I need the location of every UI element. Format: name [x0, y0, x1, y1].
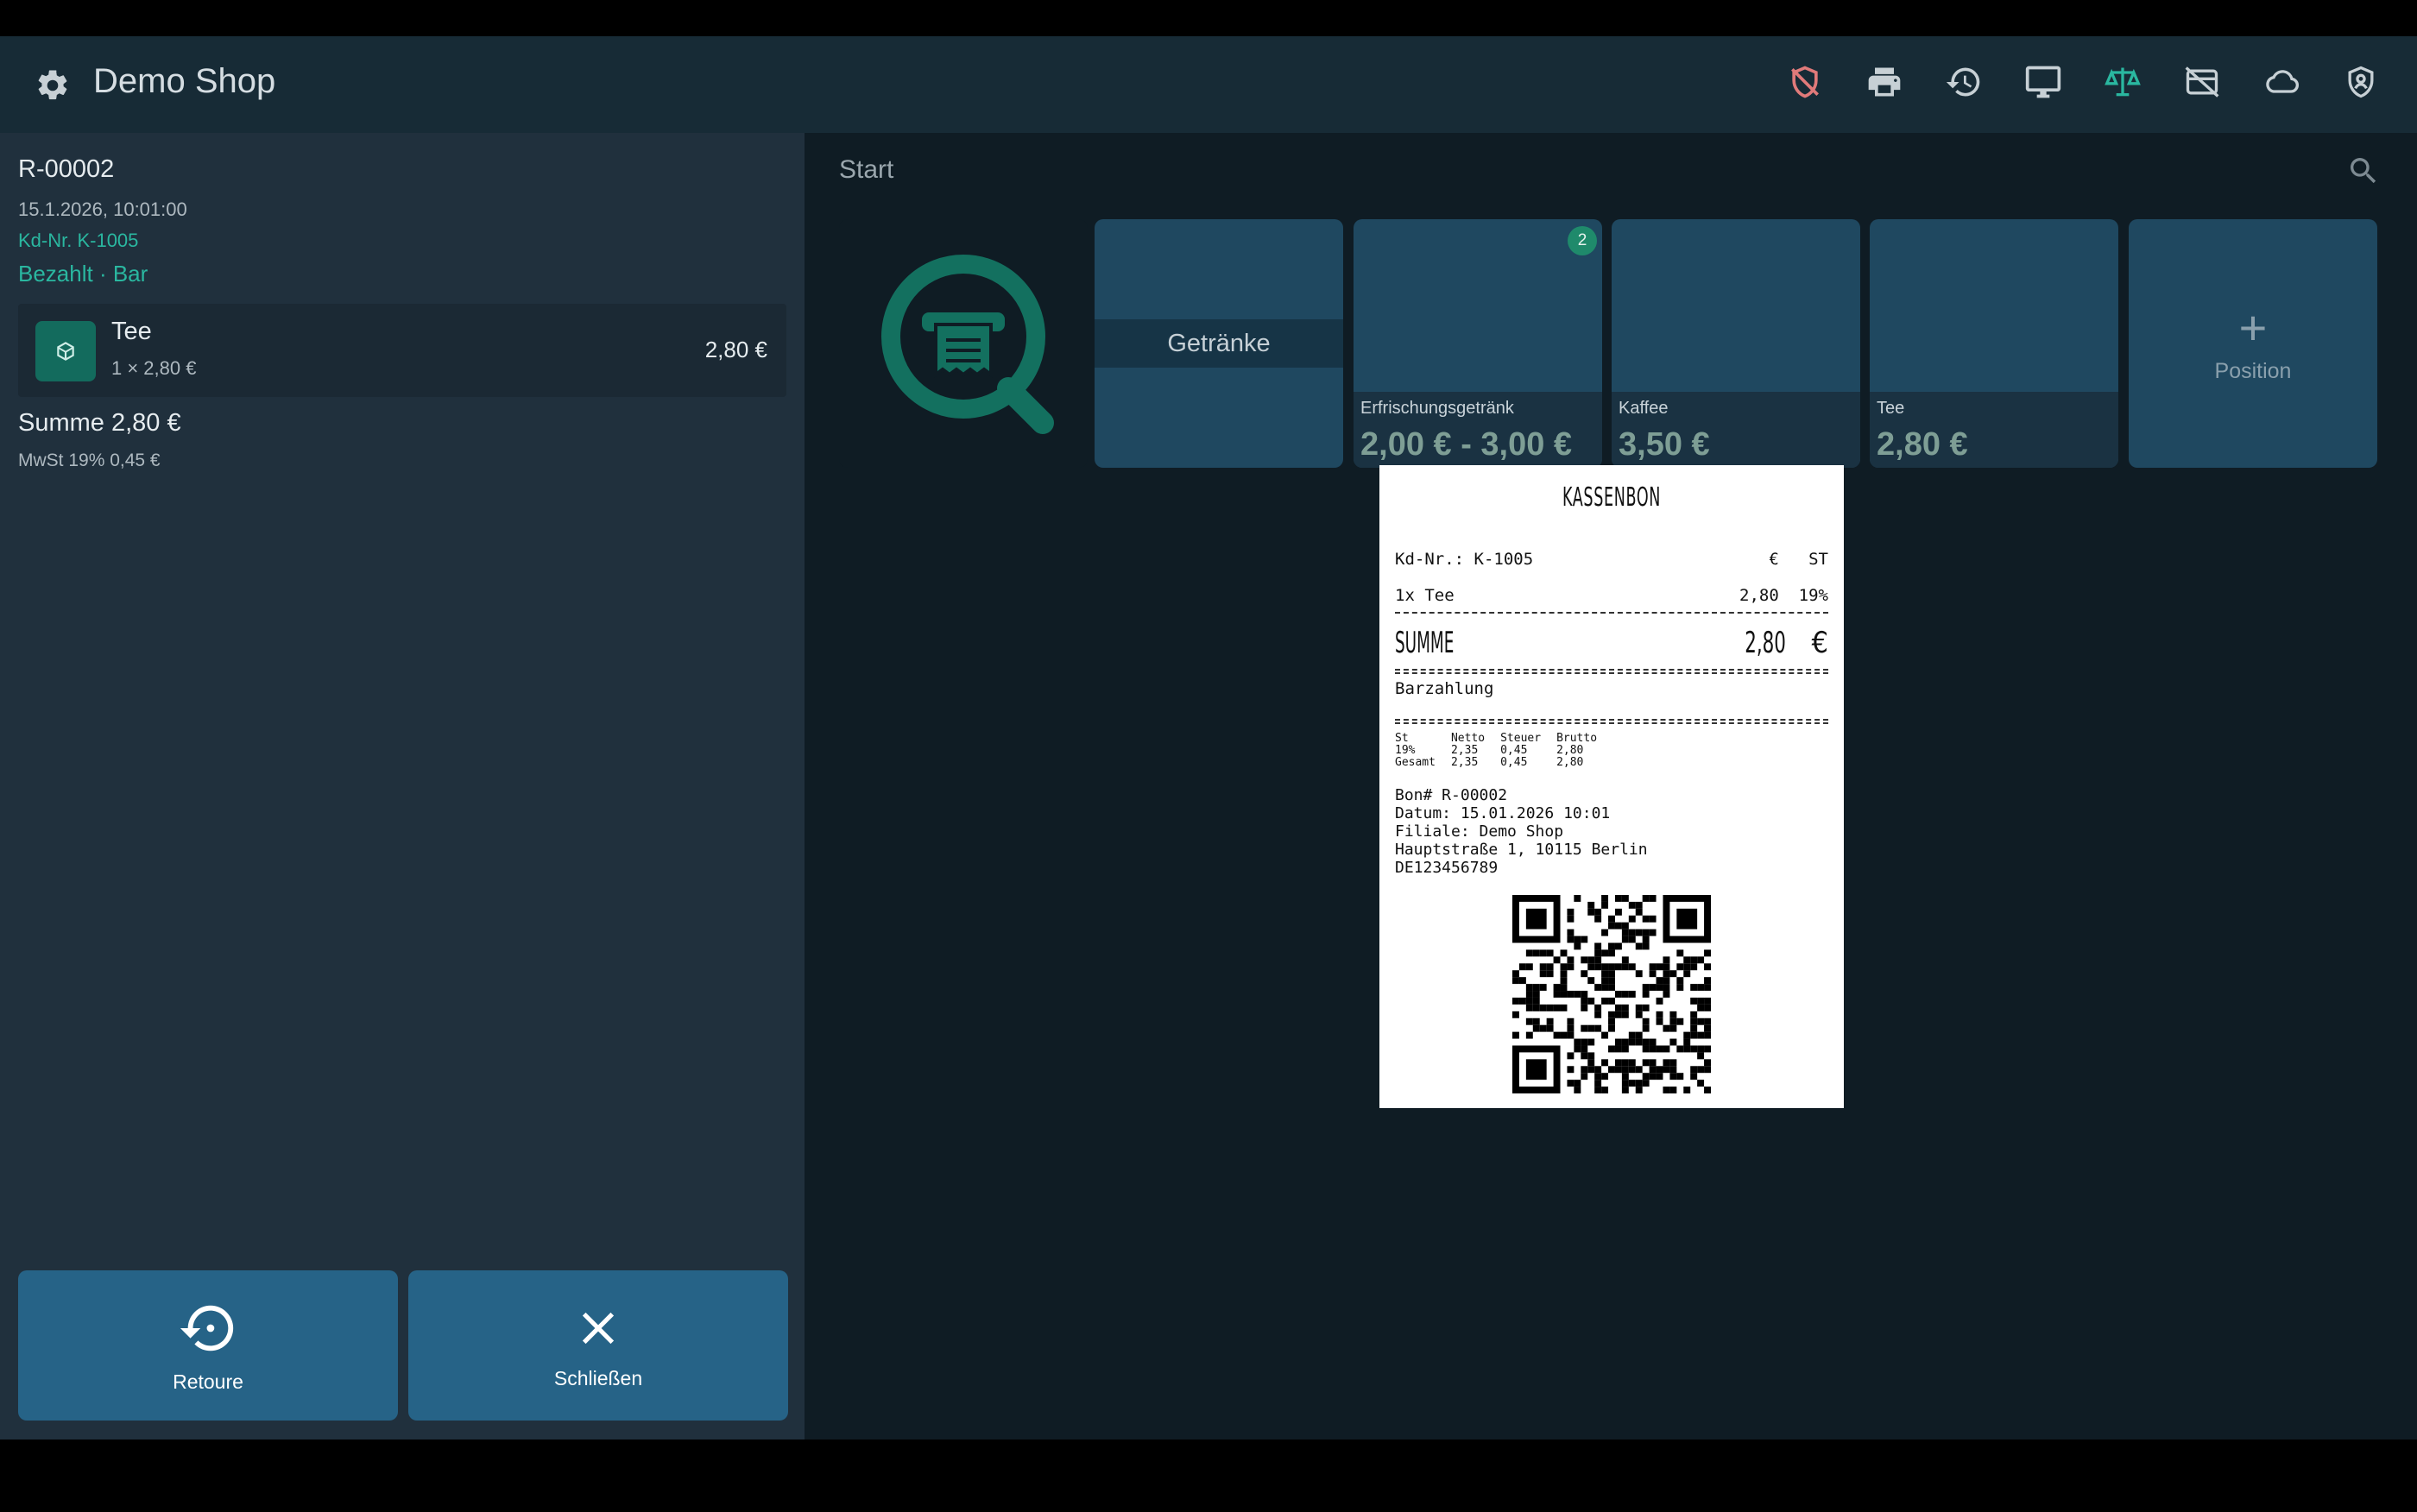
invoice-vat: MwSt 19% 0,45 € [18, 450, 161, 470]
product-name: Tee [1877, 399, 1905, 418]
receipt-tax-table: St Netto Steuer Brutto 19% 2,35 0,45 2,8… [1395, 733, 1612, 769]
receipt-customer: Kd-Nr.: K-1005 [1395, 550, 1534, 569]
tax-header-cell: St [1395, 732, 1409, 745]
shop-logo [839, 219, 1088, 468]
toolbar-icons [1783, 60, 2382, 104]
tax-cell: 2,80 [1556, 756, 1584, 769]
product-tile-kaffee[interactable]: Kaffee 3,50 € [1612, 219, 1860, 468]
tax-cell: 2,80 [1556, 744, 1584, 757]
category-tile-getraenke[interactable]: Getränke [1095, 219, 1343, 468]
receipt-line-item: 1x Tee [1395, 586, 1455, 605]
close-icon [582, 1312, 615, 1344]
tax-cell: 2,35 [1450, 756, 1479, 769]
receipt-vat-id: DE123456789 [1395, 859, 1499, 877]
navigation-bar [0, 1440, 2417, 1512]
monitor-icon[interactable] [2022, 60, 2065, 104]
receipt-sum-values: 2,80 € [1736, 626, 1828, 660]
invoice-sum: Summe 2,80 € [18, 409, 181, 437]
invoice-date: 15.1.2026, 10:01:00 [18, 198, 187, 220]
receipt-date: Datum: 15.01.2026 10:01 [1395, 804, 1611, 822]
settings-gear-icon[interactable] [35, 67, 71, 104]
close-label: Schließen [553, 1366, 643, 1389]
receipt-customer-row: Kd-Nr.: K-1005 € ST [1395, 550, 1828, 569]
receipt-sum-row: SUMME 2,80 € [1395, 626, 1828, 660]
tax-cell: 0,45 [1500, 744, 1528, 757]
line-item-quantity: 1 × 2,80 € [111, 357, 197, 379]
receipt-line-tax: 19% [1798, 586, 1828, 605]
close-button[interactable]: Schließen [408, 1270, 788, 1421]
receipt-tax-header: ST [1808, 550, 1828, 569]
product-box-icon [35, 321, 96, 381]
add-position-label: Position [2214, 358, 2292, 383]
app-title: Demo Shop [93, 62, 276, 100]
receipt-info: Bon# R-00002 Datum: 15.01.2026 10:01 Filia… [1395, 786, 1648, 877]
receipt-currency-header: € [1769, 550, 1779, 569]
history-icon[interactable] [1942, 60, 1985, 104]
product-price: 3,50 € [1619, 426, 1710, 463]
tax-header-cell: Steuer [1500, 732, 1542, 745]
product-tile-erfrischungsgetraenk[interactable]: 2 Erfrischungsgetränk 2,00 € - 3,00 € [1354, 219, 1602, 468]
receipt-branch: Filiale: Demo Shop [1395, 822, 1564, 841]
receipt-payment: Barzahlung [1395, 679, 1494, 698]
line-item-price: 2,80 € [704, 337, 767, 362]
receipt-preview: KASSENBON Kd-Nr.: K-1005 € ST 1x Tee 2,8… [1379, 465, 1844, 1108]
tax-table-row: 19% 2,35 0,45 2,80 [1395, 745, 1612, 757]
receipt-double-divider [1395, 719, 1828, 724]
app-bar: Demo Shop [0, 36, 2417, 133]
undo-history-icon [180, 1305, 234, 1351]
receipt-logo-icon [881, 255, 1054, 434]
receipt-double-divider [1395, 669, 1828, 674]
cloud-icon[interactable] [2260, 60, 2303, 104]
receipt-address: Hauptstraße 1, 10115 Berlin [1395, 841, 1648, 859]
invoice-status: Bezahlt · Bar [18, 261, 148, 287]
breadcrumb[interactable]: Start [839, 155, 893, 185]
invoice-line-item[interactable]: Tee 1 × 2,80 € 2,80 € [18, 304, 786, 397]
search-icon[interactable] [2346, 154, 2381, 188]
product-name: Erfrischungsgetränk [1360, 399, 1514, 418]
receipt-line-price: 2,80 [1739, 586, 1779, 605]
receipt-title: KASSENBON [1562, 482, 1662, 513]
line-item-name: Tee [111, 318, 152, 345]
tax-table-header: St Netto Steuer Brutto [1395, 733, 1612, 745]
receipt-sum-label: SUMME [1395, 626, 1455, 660]
receipt-sum-value: 2,80 [1745, 626, 1786, 660]
qr-code [1512, 895, 1711, 1093]
variant-count-badge: 2 [1568, 226, 1597, 255]
receipt-divider [1395, 612, 1828, 614]
scale-icon[interactable] [2101, 60, 2144, 104]
tax-cell: Gesamt [1395, 756, 1436, 769]
shield-user-icon[interactable] [2339, 60, 2382, 104]
tax-table-row: Gesamt 2,35 0,45 2,80 [1395, 757, 1612, 769]
receipt-bon-number: Bon# R-00002 [1395, 786, 1508, 804]
card-off-icon[interactable] [2180, 60, 2224, 104]
receipt-column-headers: € ST [1769, 550, 1828, 569]
status-bar [0, 0, 2417, 36]
retoure-label: Retoure [173, 1370, 243, 1393]
receipt-line-values: 2,80 19% [1739, 586, 1828, 605]
product-price: 2,00 € - 3,00 € [1360, 426, 1573, 463]
product-tile-tee[interactable]: Tee 2,80 € [1870, 219, 2118, 468]
receipt-line-row: 1x Tee 2,80 19% [1395, 586, 1828, 605]
invoice-number: R-00002 [18, 155, 115, 183]
plus-icon: + [2238, 299, 2268, 355]
retoure-button[interactable]: Retoure [18, 1270, 398, 1421]
receipt-sum-currency: € [1811, 626, 1828, 660]
category-label: Getränke [1095, 319, 1343, 368]
printer-icon[interactable] [1863, 60, 1906, 104]
tax-cell: 2,35 [1450, 744, 1479, 757]
tax-cell: 19% [1395, 744, 1416, 757]
shield-off-icon[interactable] [1783, 60, 1827, 104]
invoice-customer[interactable]: Kd-Nr. K-1005 [18, 230, 138, 252]
add-position-button[interactable]: + Position [2129, 219, 2377, 468]
product-name: Kaffee [1619, 399, 1669, 418]
invoice-panel: R-00002 15.1.2026, 10:01:00 Kd-Nr. K-100… [0, 133, 805, 1440]
tax-header-cell: Netto [1450, 732, 1486, 745]
tax-cell: 0,45 [1500, 756, 1528, 769]
product-price: 2,80 € [1877, 426, 1968, 463]
tax-header-cell: Brutto [1556, 732, 1598, 745]
